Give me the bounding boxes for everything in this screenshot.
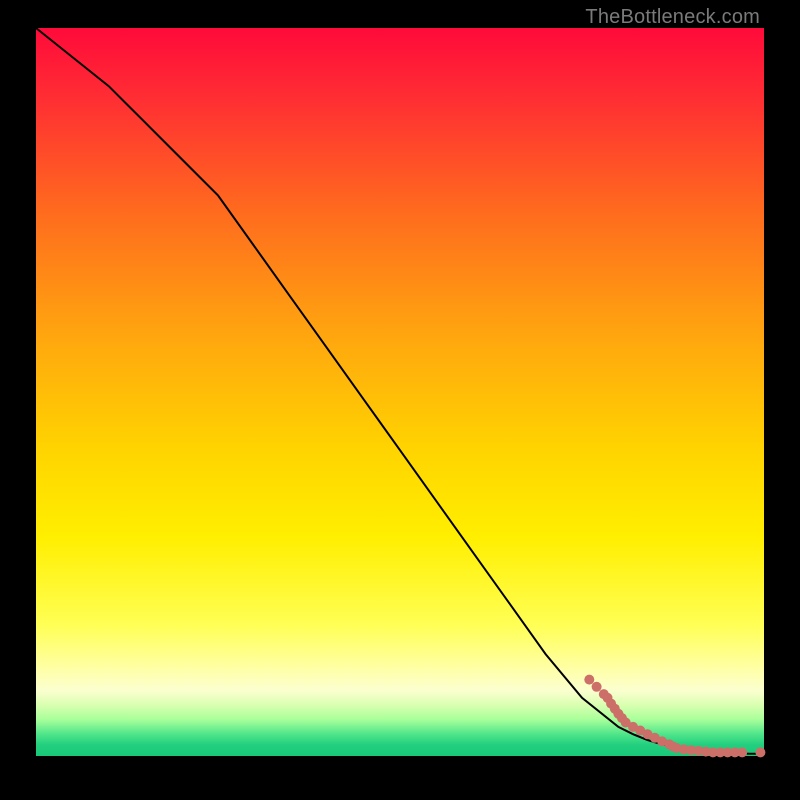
curve-line (36, 28, 764, 754)
chart-curve (36, 28, 764, 754)
data-point (755, 747, 765, 757)
data-point (592, 682, 602, 692)
data-point (737, 747, 747, 757)
chart-overlay (36, 28, 764, 756)
chart-points (584, 675, 765, 758)
attribution-text: TheBottleneck.com (585, 6, 760, 29)
chart-area (36, 28, 764, 756)
data-point (584, 675, 594, 685)
